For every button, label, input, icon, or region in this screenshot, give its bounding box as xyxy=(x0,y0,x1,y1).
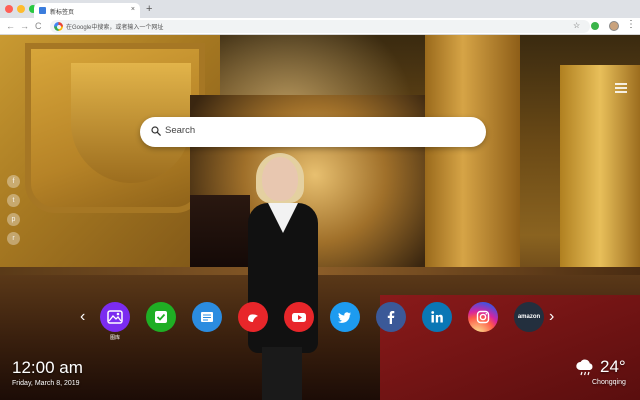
app-facebook[interactable] xyxy=(376,302,406,332)
checklist-icon xyxy=(155,311,167,323)
search-box[interactable]: Search xyxy=(140,117,486,147)
clock-time: 12:00 am xyxy=(12,358,83,377)
tab-close-icon[interactable]: × xyxy=(131,6,135,13)
app-notes[interactable] xyxy=(192,302,222,332)
tab-title: 新标签页 xyxy=(50,10,75,16)
app-twitter[interactable] xyxy=(330,302,360,332)
prev-apps-arrow[interactable]: ‹ xyxy=(80,309,85,325)
facebook-icon xyxy=(387,311,395,324)
app-shortcuts: 图库 amazon xyxy=(100,302,544,341)
background-pillar-right xyxy=(560,65,640,295)
twitter-icon xyxy=(338,312,351,323)
window-controls xyxy=(5,5,37,13)
youtube-icon xyxy=(292,313,306,322)
person-legs xyxy=(262,347,302,400)
weather-city: Chongqing xyxy=(592,379,626,386)
address-bar-text: 在Google中搜索，或者输入一个网址 xyxy=(66,25,164,31)
browser-tab[interactable]: 新标签页 × xyxy=(34,3,140,18)
app-gallery[interactable]: 图库 xyxy=(100,302,130,341)
profile-avatar[interactable] xyxy=(609,21,619,31)
app-gallery-label: 图库 xyxy=(109,335,120,341)
app-amazon[interactable]: amazon xyxy=(514,302,544,332)
app-youtube[interactable] xyxy=(284,302,314,332)
background-railing xyxy=(0,267,640,275)
new-tab-page: f t p r xyxy=(0,35,640,400)
gamepad-icon xyxy=(248,314,258,322)
amazon-icon: amazon xyxy=(517,314,541,320)
title-bar: 新标签页 × + xyxy=(0,0,640,18)
star-icon[interactable]: ☆ xyxy=(573,21,580,30)
reddit-share-icon[interactable]: r xyxy=(7,232,20,245)
forward-button[interactable]: → xyxy=(20,20,29,32)
address-bar[interactable]: 在Google中搜索，或者输入一个网址 xyxy=(50,20,590,33)
settings-menu-icon[interactable] xyxy=(615,83,627,93)
extension-icon[interactable] xyxy=(591,22,599,30)
app-linkedin[interactable] xyxy=(422,302,452,332)
app-checklist[interactable] xyxy=(146,302,176,332)
close-window-button[interactable] xyxy=(5,5,13,13)
minimize-window-button[interactable] xyxy=(17,5,25,13)
browser-window: 新标签页 × + ← → C 在Google中搜索，或者输入一个网址 ☆ ⋮ f… xyxy=(0,0,640,400)
app-instagram[interactable] xyxy=(468,302,498,332)
browser-menu-icon[interactable]: ⋮ xyxy=(626,19,636,31)
gallery-icon xyxy=(107,310,123,324)
app-games[interactable] xyxy=(238,302,268,332)
social-share-bar: f t p r xyxy=(7,175,20,245)
instagram-icon xyxy=(476,310,490,324)
search-input[interactable]: Search xyxy=(165,125,195,136)
facebook-share-icon[interactable]: f xyxy=(7,175,20,188)
browser-toolbar: ← → C 在Google中搜索，或者输入一个网址 ☆ ⋮ xyxy=(0,18,640,35)
reload-button[interactable]: C xyxy=(35,20,42,32)
back-button[interactable]: ← xyxy=(6,20,15,32)
search-icon xyxy=(151,126,161,136)
clock-date: Friday, March 8, 2019 xyxy=(12,380,80,387)
weather-temperature: 24° xyxy=(600,357,626,376)
google-icon xyxy=(54,22,63,31)
new-tab-button[interactable]: + xyxy=(146,2,152,16)
tab-favicon-icon xyxy=(39,7,46,14)
background-aisle xyxy=(190,195,250,275)
person-head xyxy=(262,157,298,201)
next-apps-arrow[interactable]: › xyxy=(549,309,554,325)
pinterest-share-icon[interactable]: p xyxy=(7,213,20,226)
twitter-share-icon[interactable]: t xyxy=(7,194,20,207)
cloud-rain-icon xyxy=(576,359,593,376)
notes-icon xyxy=(201,312,213,322)
linkedin-icon xyxy=(431,311,443,323)
